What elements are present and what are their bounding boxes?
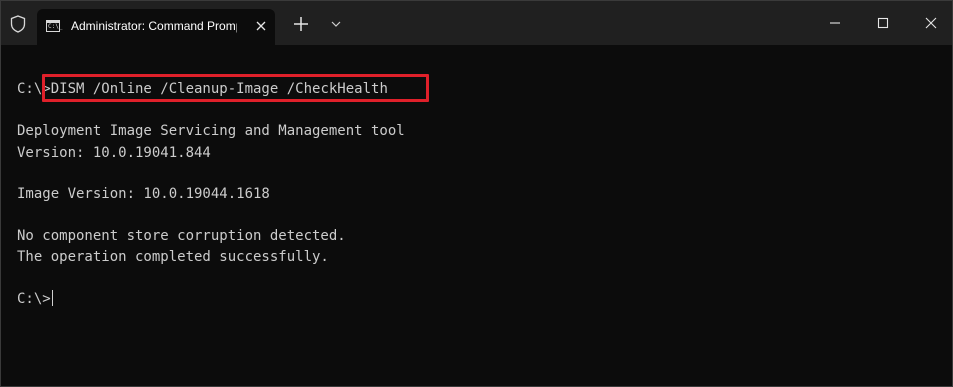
tab-title: Administrator: Command Prompt [71, 19, 237, 33]
close-button[interactable] [918, 11, 944, 35]
text-cursor [51, 290, 53, 306]
new-tab-button[interactable] [291, 14, 311, 34]
maximize-button[interactable] [870, 11, 896, 35]
chevron-down-icon[interactable] [327, 17, 345, 31]
terminal-output[interactable]: C:\>DISM /Online /Cleanup-Image /CheckHe… [1, 45, 952, 386]
output-line-version: Version: 10.0.19041.844 [17, 145, 211, 161]
output-line-tool: Deployment Image Servicing and Managemen… [17, 123, 405, 139]
shield-icon [10, 15, 26, 33]
tab-close-icon[interactable] [253, 18, 269, 34]
command-highlight-box [42, 74, 429, 102]
command-prompt-icon: C:\_ [46, 20, 62, 32]
minimize-button[interactable] [822, 11, 848, 35]
output-line-image-version: Image Version: 10.0.19044.1618 [17, 186, 270, 202]
final-prompt: C:\> [17, 291, 51, 307]
terminal-window: C:\_ Administrator: Command Prompt C:\>D… [0, 0, 953, 387]
tab-command-prompt[interactable]: C:\_ Administrator: Command Prompt [37, 9, 275, 45]
title-bar[interactable]: C:\_ Administrator: Command Prompt [1, 1, 952, 45]
output-line-completed: The operation completed successfully. [17, 249, 329, 265]
final-prompt-line[interactable]: C:\> [17, 290, 53, 308]
output-line-no-corruption: No component store corruption detected. [17, 228, 346, 244]
